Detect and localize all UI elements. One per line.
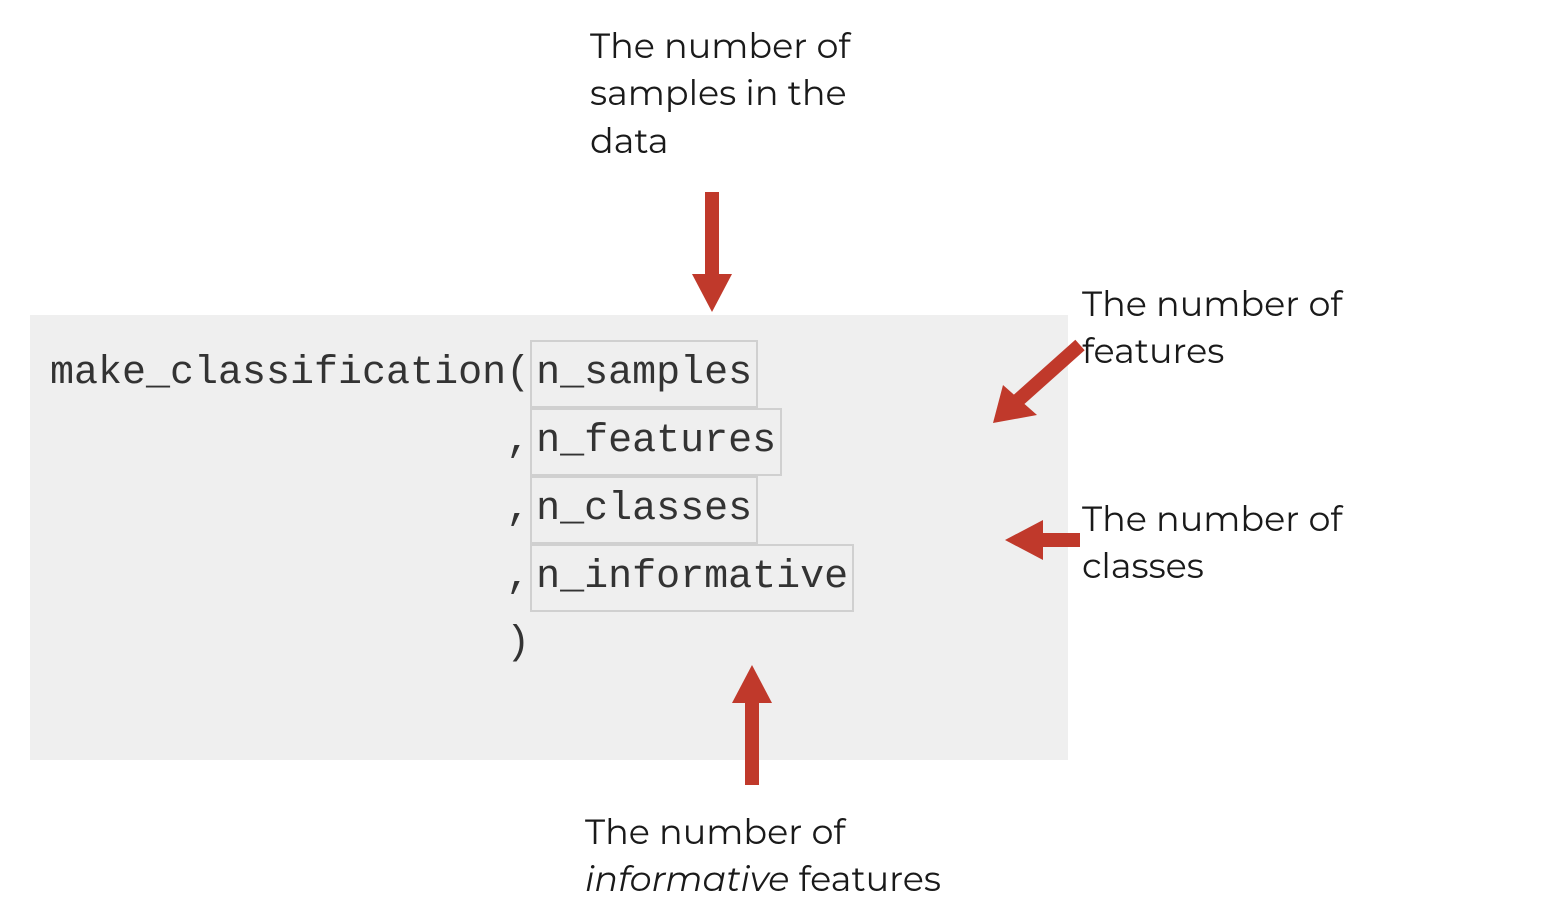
function-name: make_classification( — [50, 351, 530, 396]
arrow-left-icon — [1005, 515, 1080, 565]
code-line-2: ,n_features — [50, 408, 1048, 476]
code-line-4: ,n_informative — [50, 544, 1048, 612]
line4-prefix: , — [50, 555, 530, 600]
arrow-up-icon — [727, 665, 777, 785]
code-block: make_classification(n_samples ,n_feature… — [30, 315, 1068, 760]
param-n-informative: n_informative — [530, 544, 854, 612]
annotation-features: The number of features — [1082, 280, 1422, 375]
informative-post: features — [789, 857, 941, 900]
code-line-1: make_classification(n_samples — [50, 340, 1048, 408]
line2-prefix: , — [50, 419, 530, 464]
informative-pre: The number of — [585, 810, 845, 853]
param-n-samples: n_samples — [530, 340, 758, 408]
code-line-3: ,n_classes — [50, 476, 1048, 544]
annotation-informative: The number of informative features — [585, 808, 1025, 903]
line3-prefix: , — [50, 487, 530, 532]
arrow-down-icon — [687, 192, 737, 312]
annotation-samples: The number of samples in the data — [590, 22, 930, 164]
arrow-left-down-icon — [985, 335, 1085, 435]
code-line-5: ) — [50, 612, 1048, 676]
param-n-classes: n_classes — [530, 476, 758, 544]
informative-italic: informative — [585, 857, 789, 900]
annotation-classes: The number of classes — [1082, 495, 1422, 590]
param-n-features: n_features — [530, 408, 782, 476]
